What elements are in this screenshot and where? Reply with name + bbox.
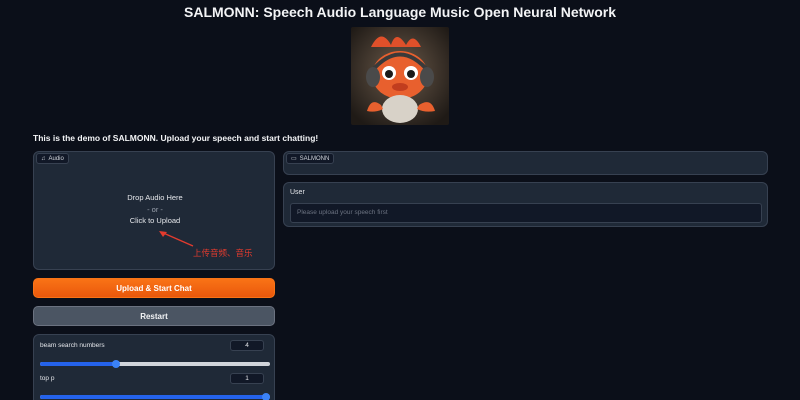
settings-panel: beam search numbers 4 top p 1 xyxy=(33,334,275,400)
beam-search-slider-fill xyxy=(40,362,116,366)
user-input-panel: User Please upload your speech first xyxy=(283,182,768,227)
beam-search-slider[interactable] xyxy=(40,360,270,368)
music-note-icon: ♫ xyxy=(41,155,46,162)
description-text: This is the demo of SALMONN. Upload your… xyxy=(33,133,319,143)
top-p-number-input[interactable]: 1 xyxy=(230,373,264,384)
user-textbox[interactable]: Please upload your speech first xyxy=(290,203,762,223)
upload-start-chat-button[interactable]: Upload & Start Chat xyxy=(33,278,275,298)
top-p-slider[interactable] xyxy=(40,393,270,400)
audio-label-chip: ♫ Audio xyxy=(36,153,69,164)
chat-icon: ▭ xyxy=(291,156,297,162)
annotation-arrow-icon xyxy=(159,231,194,247)
chatbot-label-chip: ▭ SALMONN xyxy=(286,153,335,164)
top-p-label: top p xyxy=(40,375,55,382)
user-label: User xyxy=(290,189,305,196)
beam-search-slider-thumb[interactable] xyxy=(111,360,120,368)
salmonn-logo-image xyxy=(351,27,449,125)
restart-button[interactable]: Restart xyxy=(33,306,275,326)
page-title: SALMONN: Speech Audio Language Music Ope… xyxy=(184,4,616,20)
chatbot-label: SALMONN xyxy=(299,155,330,162)
or-text: - or - xyxy=(147,204,163,214)
chatbot-panel: ▭ SALMONN xyxy=(283,151,768,175)
top-p-slider-fill xyxy=(40,395,270,399)
top-p-slider-thumb[interactable] xyxy=(262,393,270,400)
drop-text: Drop Audio Here xyxy=(127,193,183,202)
beam-search-label: beam search numbers xyxy=(40,342,105,349)
audio-label: Audio xyxy=(48,155,64,162)
click-to-upload-text[interactable]: Click to Upload xyxy=(34,215,276,227)
drop-area[interactable]: Drop Audio Here - or - Click to Upload xyxy=(34,192,276,227)
beam-search-number-input[interactable]: 4 xyxy=(230,340,264,351)
upload-annotation-text: 上传音频、音乐 xyxy=(193,249,253,259)
